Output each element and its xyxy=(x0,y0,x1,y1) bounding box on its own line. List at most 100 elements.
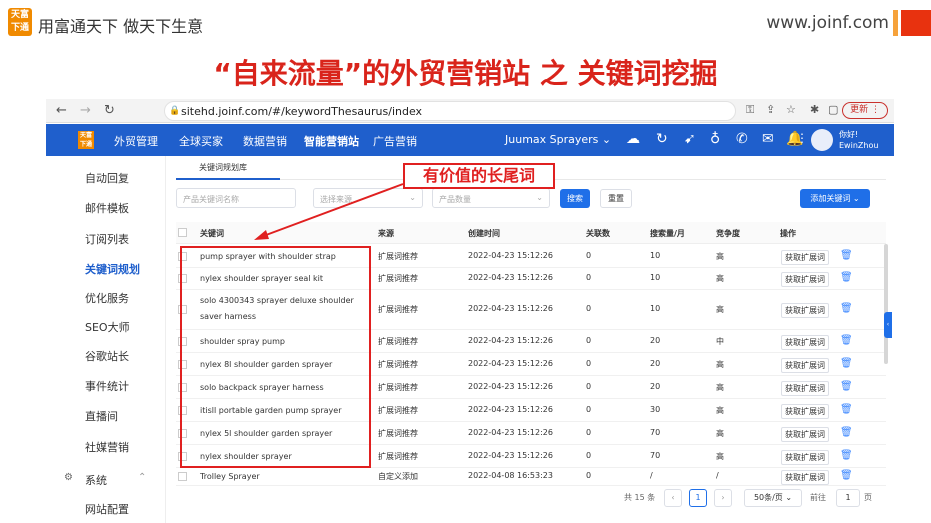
star-icon[interactable]: ☆ xyxy=(786,103,796,116)
chevron-up-icon[interactable]: ⌃ xyxy=(138,472,146,483)
add-keyword-button[interactable]: 添加关键词 ⌄ xyxy=(800,189,870,208)
competition-cell: 高 xyxy=(716,274,724,283)
search-volume-cell: 10 xyxy=(650,273,661,282)
side-collapse-tab[interactable]: ‹ xyxy=(884,312,892,338)
get-expansion-button[interactable]: 获取扩展词 xyxy=(781,272,829,287)
sidebar-item-keyword-planning[interactable]: 关键词规划 xyxy=(85,261,140,277)
row-checkbox[interactable] xyxy=(178,472,187,481)
sidebar-item-email-templates[interactable]: 邮件模板 xyxy=(85,200,129,216)
extensions-icon[interactable]: ✱ xyxy=(810,103,819,116)
get-expansion-button[interactable]: 获取扩展词 xyxy=(781,404,829,419)
created-time-cell: 2022-04-23 15:12:26 xyxy=(468,304,553,313)
get-expansion-button[interactable]: 获取扩展词 xyxy=(781,381,829,396)
refresh-icon[interactable]: ↻ xyxy=(656,131,668,147)
created-time-cell: 2022-04-08 16:53:23 xyxy=(468,471,553,480)
prev-page-button[interactable]: ‹ xyxy=(664,489,682,507)
nav-item-ads[interactable]: 广告营销 xyxy=(373,133,417,149)
more-icon[interactable]: ⋮ xyxy=(796,131,808,145)
trash-icon[interactable]: 🗑 xyxy=(840,404,853,415)
source-cell: 扩展词推荐 xyxy=(378,337,418,346)
user-greeting: 你好! xyxy=(839,130,859,139)
logo-line-1: 天富 xyxy=(10,10,29,20)
get-expansion-button[interactable]: 获取扩展词 xyxy=(781,335,829,350)
sidebar-item-live-room[interactable]: 直播间 xyxy=(85,408,118,424)
trash-icon[interactable]: 🗑 xyxy=(840,427,853,438)
chevron-down-icon: ⌄ xyxy=(409,193,416,202)
sidebar-item-system[interactable]: 系统 xyxy=(85,472,107,488)
get-expansion-button[interactable]: 获取扩展词 xyxy=(781,450,829,465)
badge-icon[interactable]: ♁ xyxy=(710,131,720,147)
product-count-select[interactable]: 产品数量 ⌄ xyxy=(432,188,550,208)
trash-icon[interactable]: 🗑 xyxy=(840,450,853,461)
product-selector[interactable]: Juumax Sprayers ⌄ xyxy=(505,133,611,146)
competition-cell: 高 xyxy=(716,252,724,261)
search-volume-cell: 70 xyxy=(650,451,661,460)
source-cell: 扩展词推荐 xyxy=(378,274,418,283)
reload-icon[interactable]: ↻ xyxy=(104,103,115,118)
browser-toolbar: ← → ↻ 🔒 sitehd.joinf.com/#/keywordThesau… xyxy=(46,99,894,123)
get-expansion-button[interactable]: 获取扩展词 xyxy=(781,250,829,265)
get-expansion-button[interactable]: 获取扩展词 xyxy=(781,303,829,318)
search-volume-cell: 70 xyxy=(650,428,661,437)
table-row: Trolley Sprayer 自定义添加 2022-04-08 16:53:23 0… xyxy=(176,468,886,486)
tab-keyword-library[interactable]: 关键词规划库 xyxy=(199,162,247,173)
update-button[interactable]: 更新 ⋮ xyxy=(842,102,888,119)
update-label: 更新 xyxy=(850,105,869,115)
next-page-button[interactable]: › xyxy=(714,489,732,507)
rocket-icon[interactable]: ➹ xyxy=(684,131,696,147)
trash-icon[interactable]: 🗑 xyxy=(840,250,853,261)
cloud-icon[interactable]: ☁ xyxy=(626,131,640,147)
table-scrollbar[interactable] xyxy=(884,244,888,364)
callout-arrow xyxy=(254,183,404,240)
related-count-cell: 0 xyxy=(586,405,592,414)
avatar[interactable] xyxy=(811,129,833,151)
user-info[interactable]: 你好! EwinZhou xyxy=(839,129,878,151)
trash-icon[interactable]: 🗑 xyxy=(840,272,853,283)
trash-icon[interactable]: 🗑 xyxy=(840,470,853,481)
select-all-checkbox[interactable] xyxy=(178,228,187,237)
source-cell: 扩展词推荐 xyxy=(378,452,418,461)
get-expansion-button[interactable]: 获取扩展词 xyxy=(781,470,829,485)
sidebar-item-auto-reply[interactable]: 自动回复 xyxy=(85,170,129,186)
sidebar-item-site-config[interactable]: 网站配置 xyxy=(85,501,129,517)
page-size-select[interactable]: 50条/页 ⌄ xyxy=(744,489,802,507)
sidebar-item-seo-master[interactable]: SEO大师 xyxy=(85,319,130,335)
page-1-button[interactable]: 1 xyxy=(689,489,707,507)
key-icon[interactable]: ⚿ xyxy=(746,103,754,117)
created-time-cell: 2022-04-23 15:12:26 xyxy=(468,359,553,368)
goto-page-input[interactable]: 1 xyxy=(836,489,860,507)
back-icon[interactable]: ← xyxy=(56,103,67,118)
trash-icon[interactable]: 🗑 xyxy=(840,358,853,369)
keyword-placeholder: 产品关键词名称 xyxy=(183,195,239,204)
chat-icon[interactable]: ✉ xyxy=(762,131,774,147)
sidebar-item-social-marketing[interactable]: 社媒营销 xyxy=(85,439,129,455)
nav-item-smart-site[interactable]: 智能营销站 xyxy=(304,133,359,149)
search-button[interactable]: 搜索 xyxy=(560,189,590,208)
window-icon[interactable]: ▢ xyxy=(828,103,838,116)
address-bar[interactable]: 🔒 sitehd.joinf.com/#/keywordThesaurus/in… xyxy=(164,101,736,121)
trash-icon[interactable]: 🗑 xyxy=(840,381,853,392)
trash-icon[interactable]: 🗑 xyxy=(840,335,853,346)
related-count-cell: 0 xyxy=(586,471,592,480)
get-expansion-button[interactable]: 获取扩展词 xyxy=(781,358,829,373)
competition-cell: / xyxy=(716,471,719,480)
competition-cell: 高 xyxy=(716,360,724,369)
page-size-label: 50条/页 xyxy=(753,493,783,502)
share-icon[interactable]: ⇪ xyxy=(766,103,775,116)
created-time-cell: 2022-04-23 15:12:26 xyxy=(468,451,553,460)
sidebar-item-subscriptions[interactable]: 订阅列表 xyxy=(85,231,129,247)
forward-icon[interactable]: → xyxy=(80,103,91,118)
phone-icon[interactable]: ✆ xyxy=(736,131,748,147)
add-keyword-label: 添加关键词 xyxy=(810,194,851,203)
nav-item-data-marketing[interactable]: 数据营销 xyxy=(243,133,287,149)
sidebar-item-optimization[interactable]: 优化服务 xyxy=(85,290,129,306)
created-time-cell: 2022-04-23 15:12:26 xyxy=(468,428,553,437)
sidebar-item-google-webmaster[interactable]: 谷歌站长 xyxy=(85,348,129,364)
reset-button[interactable]: 重置 xyxy=(600,189,632,208)
get-expansion-button[interactable]: 获取扩展词 xyxy=(781,427,829,442)
sidebar-item-event-stats[interactable]: 事件统计 xyxy=(85,378,129,394)
related-count-cell: 0 xyxy=(586,304,592,313)
nav-item-foreign-trade[interactable]: 外贸管理 xyxy=(114,133,158,149)
nav-item-global-buyers[interactable]: 全球买家 xyxy=(179,133,223,149)
trash-icon[interactable]: 🗑 xyxy=(840,303,853,314)
